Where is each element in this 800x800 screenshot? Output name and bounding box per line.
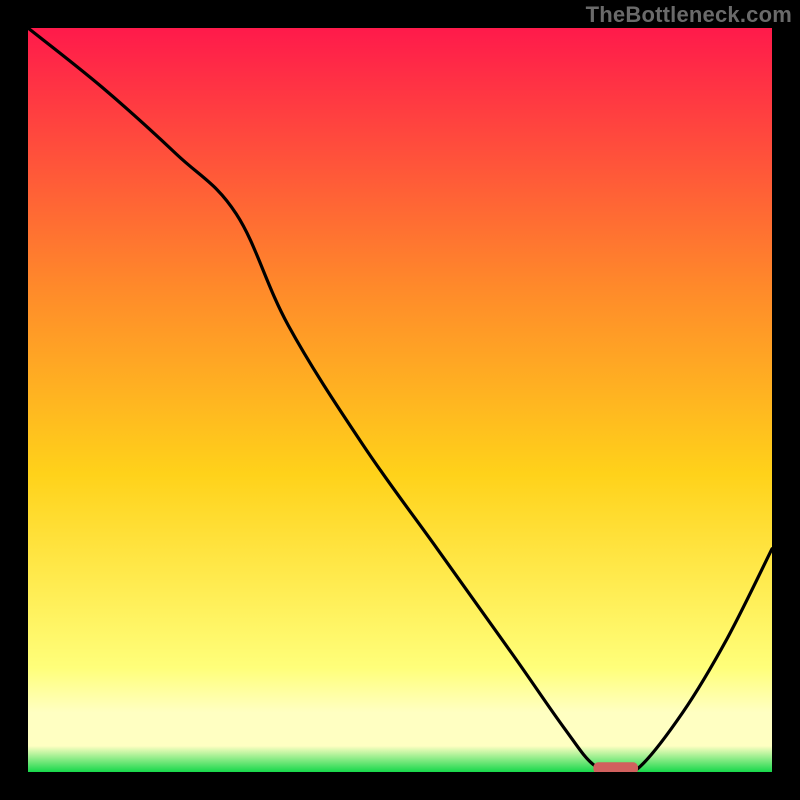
plot-area xyxy=(28,28,772,772)
optimal-range-marker xyxy=(593,762,638,772)
plot-svg xyxy=(28,28,772,772)
watermark-text: TheBottleneck.com xyxy=(586,2,792,28)
gradient-background xyxy=(28,28,772,772)
chart-frame: TheBottleneck.com xyxy=(0,0,800,800)
